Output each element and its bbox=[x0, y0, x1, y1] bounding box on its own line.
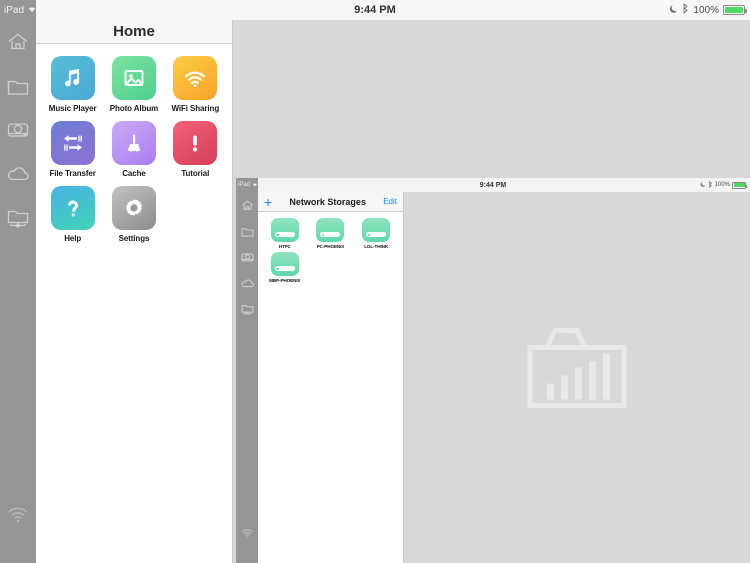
storage-label: HTPC bbox=[278, 244, 291, 249]
app-cache[interactable]: Cache bbox=[104, 121, 164, 178]
moon-icon bbox=[669, 4, 678, 16]
transfer-arrows-icon bbox=[50, 121, 95, 165]
status-bar-time: 9:44 PM bbox=[354, 4, 396, 16]
app-grid: Music Player Photo Album WiFi Sharing Fi… bbox=[36, 44, 232, 243]
nested-battery-percent: 100% bbox=[714, 182, 730, 188]
bluetooth-icon bbox=[682, 3, 689, 17]
nested-status-indicators: 100% bbox=[700, 178, 747, 192]
nas-device-icon bbox=[270, 218, 299, 242]
sidebar-item-disk[interactable] bbox=[236, 244, 258, 270]
folder-with-bar-chart-icon bbox=[525, 323, 629, 416]
nas-device-icon bbox=[270, 252, 299, 276]
storage-label: PC-PHOENIX bbox=[316, 244, 345, 249]
nested-status-bar-time: 9:44 PM bbox=[479, 181, 507, 189]
broom-icon bbox=[111, 121, 156, 165]
add-storage-button[interactable]: + bbox=[264, 195, 272, 209]
nested-screenshot: 9:44 PM iPad 100% + Network Storages Edi… bbox=[236, 178, 750, 563]
music-note-icon bbox=[50, 56, 95, 100]
sidebar-item-local-folder[interactable] bbox=[0, 64, 36, 108]
status-bar-device-label: iPad bbox=[4, 4, 25, 16]
app-label: Help bbox=[64, 234, 82, 243]
ipad-screen: 9:44 PM iPad 100% Home Music Player Phot… bbox=[0, 0, 750, 563]
battery-percent-label: 100% bbox=[693, 4, 719, 16]
app-label: File Transfer bbox=[49, 169, 96, 178]
app-sidebar[interactable] bbox=[0, 20, 36, 563]
exclamation-icon bbox=[173, 121, 218, 165]
nested-status-bar-device: iPad bbox=[236, 178, 258, 192]
sidebar-item-network-folder[interactable] bbox=[0, 196, 36, 240]
sidebar-item-home[interactable] bbox=[236, 192, 258, 218]
sidebar-item-disk[interactable] bbox=[0, 108, 36, 152]
sidebar-item-cloud[interactable] bbox=[0, 152, 36, 196]
storage-label: MBP-PHOENIX bbox=[269, 278, 301, 283]
page-title: Home bbox=[113, 23, 155, 40]
nas-device-icon bbox=[316, 218, 345, 242]
app-label: Settings bbox=[118, 234, 150, 243]
sidebar-item-cloud[interactable] bbox=[236, 270, 258, 296]
sidebar-item-home[interactable] bbox=[0, 20, 36, 64]
app-label: Tutorial bbox=[181, 169, 210, 178]
wifi-icon bbox=[27, 5, 37, 16]
nested-sidebar[interactable] bbox=[236, 192, 258, 563]
app-wifi-sharing[interactable]: WiFi Sharing bbox=[165, 56, 225, 113]
home-panel: Home Music Player Photo Album WiFi Shari… bbox=[36, 20, 233, 563]
storage-item-mbp-phoenix[interactable]: MBP-PHOENIX bbox=[263, 252, 307, 283]
app-photo-album[interactable]: Photo Album bbox=[104, 56, 164, 113]
app-tutorial[interactable]: Tutorial bbox=[165, 121, 225, 178]
app-music-player[interactable]: Music Player bbox=[43, 56, 103, 113]
storage-item-lgl-think[interactable]: LGL-THINK bbox=[354, 218, 398, 249]
photo-image-icon bbox=[111, 56, 156, 100]
bluetooth-icon bbox=[708, 180, 713, 190]
nested-content-area bbox=[404, 192, 750, 563]
question-mark-icon bbox=[50, 186, 95, 230]
gear-icon bbox=[111, 186, 156, 230]
status-bar-device: iPad bbox=[0, 0, 36, 20]
sidebar-item-wifi[interactable] bbox=[236, 519, 258, 545]
storage-item-htpc[interactable]: HTPC bbox=[263, 218, 307, 249]
wifi-icon bbox=[173, 56, 218, 100]
network-storages-title: Network Storages bbox=[289, 196, 366, 207]
app-file-transfer[interactable]: File Transfer bbox=[43, 121, 103, 178]
moon-icon bbox=[700, 181, 706, 189]
nested-status-bar: 9:44 PM iPad 100% bbox=[236, 178, 750, 192]
storage-label: LGL-THINK bbox=[364, 244, 389, 249]
network-storages-panel: + Network Storages Edit HTPC PC-PHOENIX bbox=[258, 192, 404, 563]
wifi-icon bbox=[252, 182, 258, 189]
app-label: Photo Album bbox=[109, 104, 159, 113]
app-label: Music Player bbox=[48, 104, 97, 113]
status-bar: 9:44 PM iPad 100% bbox=[0, 0, 750, 20]
battery-full-icon bbox=[723, 5, 747, 15]
storage-item-pc-phoenix[interactable]: PC-PHOENIX bbox=[308, 218, 352, 249]
status-bar-indicators: 100% bbox=[669, 0, 747, 20]
nas-device-icon bbox=[362, 218, 391, 242]
sidebar-item-network-folder[interactable] bbox=[236, 296, 258, 322]
nested-device-label: iPad bbox=[238, 182, 251, 188]
app-settings[interactable]: Settings bbox=[104, 186, 164, 243]
battery-full-icon bbox=[732, 181, 747, 189]
app-label: Cache bbox=[122, 169, 146, 178]
app-help[interactable]: Help bbox=[43, 186, 103, 243]
app-label: WiFi Sharing bbox=[171, 104, 220, 113]
sidebar-item-wifi[interactable] bbox=[0, 491, 36, 535]
network-storages-header: + Network Storages Edit bbox=[258, 192, 403, 212]
network-storages-grid: HTPC PC-PHOENIX LGL-THINK MBP-PHOENIX bbox=[258, 212, 403, 289]
home-panel-header: Home bbox=[36, 20, 232, 44]
edit-button[interactable]: Edit bbox=[383, 197, 397, 206]
sidebar-item-local-folder[interactable] bbox=[236, 218, 258, 244]
